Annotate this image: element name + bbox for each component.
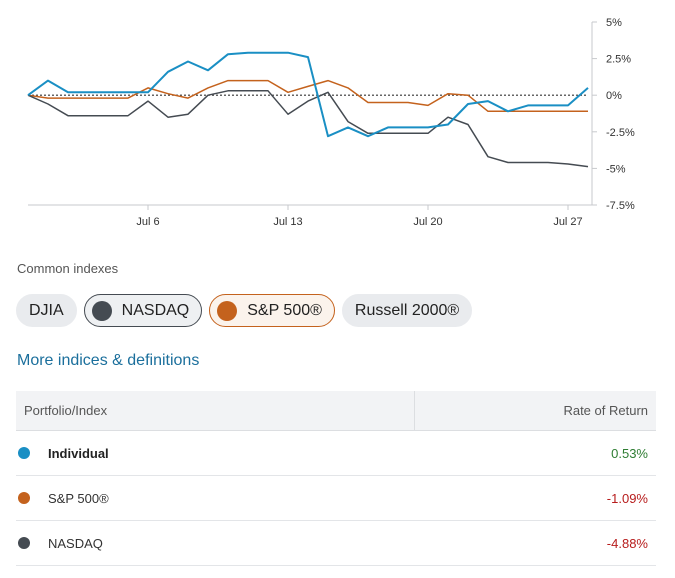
returns-table: Portfolio/Index Rate of Return Individua… [16, 391, 656, 566]
chip-sp500[interactable]: S&P 500® [209, 294, 335, 327]
x-tick-label: Jul 6 [136, 216, 159, 228]
chip-russell-2000[interactable]: Russell 2000® [341, 294, 473, 327]
chip-label: DJIA [29, 301, 64, 319]
x-tick-label: Jul 13 [273, 216, 302, 228]
series-line-s-p-500- [27, 79, 588, 113]
row-name: NASDAQ [48, 535, 103, 551]
row-value: -4.88% [606, 535, 648, 551]
header-rate-of-return: Rate of Return [563, 403, 648, 418]
x-tick-label: Jul 20 [413, 216, 442, 228]
row-name: Individual [48, 445, 109, 461]
y-tick-label: 0% [606, 90, 622, 102]
nasdaq-color-dot-icon [91, 300, 112, 321]
table-row: NASDAQ -4.88% [16, 521, 656, 566]
chip-label: S&P 500® [247, 301, 322, 319]
y-tick-label: 5% [606, 17, 622, 29]
row-name: S&P 500® [48, 490, 109, 506]
more-indices-link[interactable]: More indices & definitions [17, 352, 199, 370]
chip-djia[interactable]: DJIA [16, 294, 77, 327]
y-tick-label: -5% [606, 163, 626, 175]
chip-nasdaq[interactable]: NASDAQ [83, 294, 203, 327]
x-tick-label: Jul 27 [553, 216, 582, 228]
table-row: Individual 0.53% [16, 431, 656, 476]
series-line-individual [27, 51, 589, 138]
chip-label: NASDAQ [121, 301, 190, 319]
y-tick-label: -7.5% [606, 200, 635, 212]
performance-chart: 5% 2.5% 0% -2.5% -5% -7.5% Jul 6 Jul 13 Jul 20 Ju… [0, 0, 675, 240]
header-portfolio-index: Portfolio/Index [16, 391, 415, 430]
table-row: S&P 500® -1.09% [16, 476, 656, 521]
table-header: Portfolio/Index Rate of Return [16, 391, 656, 431]
index-chips: DJIA NASDAQ S&P 500® Russell 2000® [16, 294, 473, 327]
row-value: 0.53% [611, 445, 648, 461]
common-indexes-label: Common indexes [17, 261, 119, 276]
performance-chart-svg: 5% 2.5% 0% -2.5% -5% -7.5% Jul 6 Jul 13 Jul 20 Ju… [27, 17, 635, 228]
nasdaq-dot-icon [18, 537, 30, 549]
row-value: -1.09% [606, 490, 648, 506]
sp500-dot-icon [18, 492, 30, 504]
series-line-nasdaq [27, 90, 589, 168]
individual-dot-icon [18, 447, 30, 459]
y-tick-label: -2.5% [606, 127, 635, 139]
chip-label: Russell 2000® [354, 301, 460, 319]
sp500-color-dot-icon [217, 300, 238, 321]
y-tick-label: 2.5% [606, 54, 631, 66]
